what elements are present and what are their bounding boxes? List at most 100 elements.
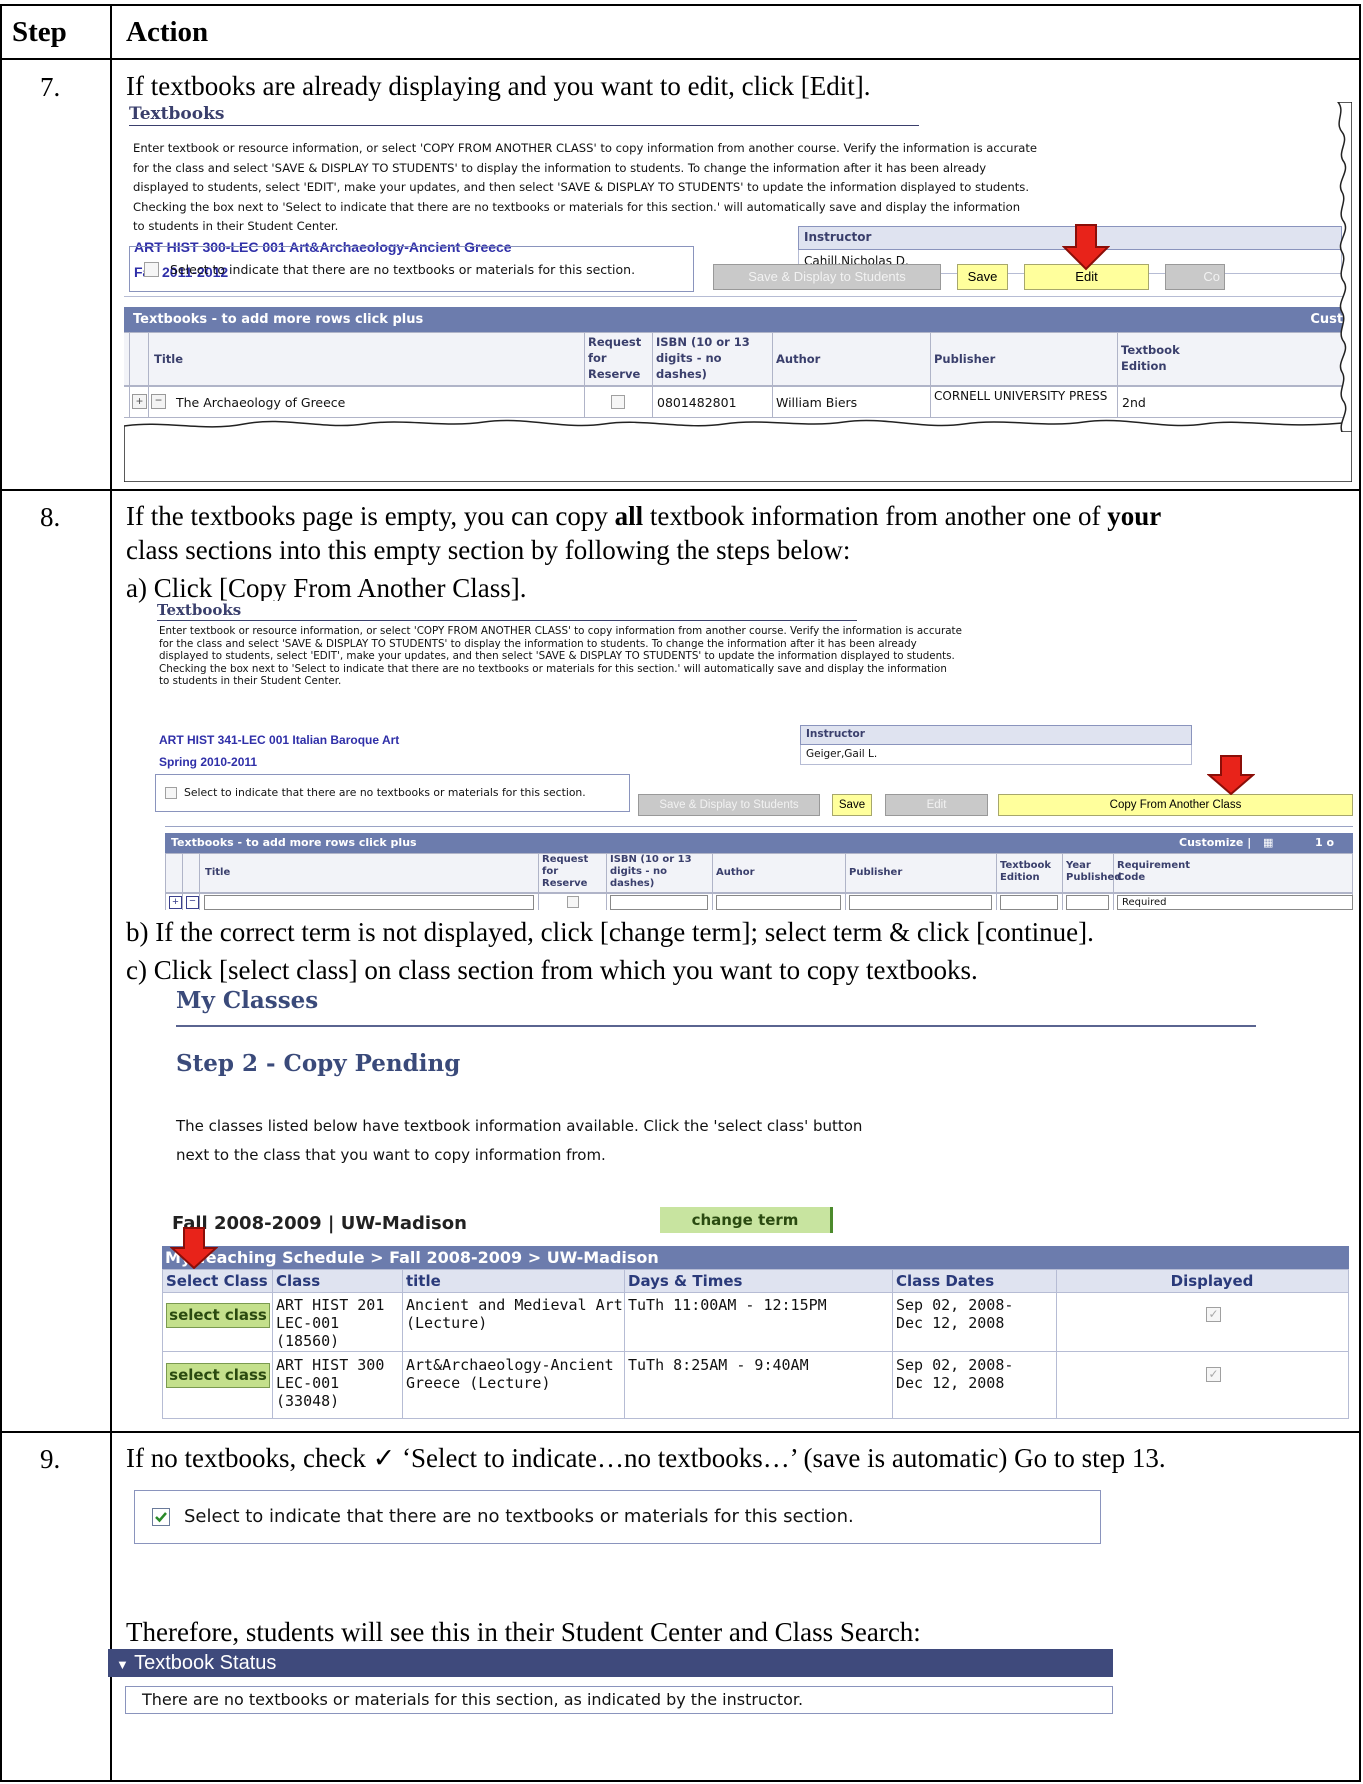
add-row-icon[interactable]: +: [169, 896, 182, 909]
step8-instruction-line2: class sections into this empty section b…: [126, 535, 851, 565]
class-line: LEC-001: [276, 1314, 340, 1332]
no-textbooks-checkbox[interactable]: [165, 787, 177, 799]
change-term-button[interactable]: change term: [660, 1207, 833, 1233]
displayed-check-icon: ✓: [1206, 1367, 1221, 1382]
requirement-select[interactable]: Required: [1117, 895, 1353, 910]
save-button[interactable]: Save: [957, 264, 1008, 290]
step7-instruction: If textbooks are already displaying and …: [126, 71, 871, 101]
checkmark-icon: [155, 1512, 167, 1523]
displayed-check-icon: ✓: [1206, 1307, 1221, 1322]
intro-paragraph: Enter textbook or resource information, …: [133, 139, 1037, 237]
copy-another-class-button[interactable]: Copy From Another Class: [998, 794, 1353, 816]
isbn-input[interactable]: [610, 895, 708, 910]
col-edition: Textbook Edition: [1000, 860, 1052, 883]
grid-title-bar: Textbooks - to add more rows click plus …: [165, 833, 1353, 853]
step-number-9: 9.: [40, 1444, 61, 1474]
intro-line: for the class and select 'SAVE & DISPLAY…: [159, 637, 917, 650]
row-author: William Biers: [776, 395, 858, 410]
col-edition: Textbook Edition: [1121, 343, 1180, 373]
grid-title-bar: Textbooks - to add more rows click plus …: [124, 307, 1352, 332]
text-bold: your: [1107, 501, 1162, 531]
col-line: [652, 332, 653, 418]
table-border-top: [0, 4, 1361, 6]
class-line: ART HIST 201: [276, 1296, 385, 1314]
col-line: [712, 853, 713, 910]
col-author: Author: [716, 867, 755, 878]
copy-another-class-button[interactable]: Co: [1165, 264, 1225, 290]
select-class-button[interactable]: select class: [166, 1363, 270, 1388]
col-class-dates: Class Dates: [896, 1272, 995, 1290]
title-line: Greece (Lecture): [406, 1374, 551, 1392]
red-arrow-icon: [1207, 755, 1255, 795]
col-title: title: [406, 1272, 441, 1290]
checked-checkbox[interactable]: [152, 1508, 170, 1526]
title-input[interactable]: [204, 895, 534, 910]
request-reserve-checkbox[interactable]: [567, 896, 579, 908]
delete-row-icon[interactable]: −: [186, 896, 199, 909]
select-class-button[interactable]: select class: [166, 1303, 270, 1328]
col-publisher: Publisher: [934, 352, 996, 366]
step8-copy-screenshot: Textbooks Enter textbook or resource inf…: [150, 601, 1353, 838]
title-line: (Lecture): [406, 1314, 488, 1332]
grid-view-icon[interactable]: ▦: [1263, 833, 1273, 853]
row2-dates: Sep 02, 2008- Dec 12, 2008: [896, 1356, 1013, 1392]
col-year: Year Published: [1066, 860, 1122, 883]
save-display-button[interactable]: Save & Display to Students: [713, 264, 941, 290]
col-line: [892, 1269, 893, 1419]
no-textbooks-label: Select to indicate that there are no tex…: [184, 786, 586, 799]
row1-title: Ancient and Medieval Art (Lecture): [406, 1296, 623, 1332]
year-input[interactable]: [1066, 895, 1109, 910]
grid-pager: 1 o: [1315, 836, 1335, 849]
row2-title: Art&Archaeology-Ancient Greece (Lecture): [406, 1356, 614, 1392]
class-line: ART HIST 300: [276, 1356, 385, 1374]
breadcrumb: My Teaching Schedule > Fall 2008-2009 > …: [162, 1246, 1349, 1269]
step-number-8: 8.: [40, 502, 61, 532]
col-request: Request for Reserve: [588, 335, 642, 381]
step8-grid-screenshot: Textbooks - to add more rows click plus …: [150, 826, 1353, 910]
class-line: (18560): [276, 1332, 340, 1350]
col-line: [182, 853, 183, 910]
textbook-status-title: Textbook Status: [134, 1652, 277, 1674]
collapse-triangle-icon: ▼: [116, 1657, 129, 1672]
date-line: Sep 02, 2008-: [896, 1356, 1014, 1374]
row-edition: 2nd: [1122, 395, 1146, 410]
col-isbn: ISBN (10 or 13 digits - no dashes): [610, 854, 692, 889]
col-line: [538, 853, 539, 910]
col-line: [606, 853, 607, 910]
row-rule-8: [0, 1431, 1361, 1433]
intro-line: Enter textbook or resource information, …: [133, 141, 1038, 155]
row2-class: ART HIST 300 LEC-001 (33048): [276, 1356, 384, 1410]
publisher-input[interactable]: [849, 895, 992, 910]
author-input[interactable]: [716, 895, 841, 910]
intro-line: displayed to students, select 'EDIT', ma…: [133, 180, 1030, 194]
row1-days: TuTh 11:00AM - 12:15PM: [628, 1296, 827, 1314]
edit-button[interactable]: Edit: [885, 794, 988, 816]
edition-input[interactable]: [1000, 895, 1058, 910]
instructor-label: Instructor: [806, 728, 865, 740]
torn-edge: [124, 419, 1352, 482]
class-line: (33048): [276, 1392, 340, 1410]
textbook-status-header[interactable]: ▼ Textbook Status: [108, 1649, 1113, 1677]
intro-line: displayed to students, select 'EDIT', ma…: [159, 650, 955, 663]
title-line: Ancient and Medieval Art: [406, 1296, 623, 1314]
red-arrow-icon: [170, 1227, 218, 1269]
col-line: [1062, 853, 1063, 910]
step8-myclasses-screenshot: My Classes Step 2 - Copy Pending The cla…: [152, 985, 1352, 1423]
row-isbn: 0801482801: [657, 395, 737, 410]
customize-link[interactable]: Customize |: [1179, 833, 1251, 853]
delete-row-icon[interactable]: −: [151, 394, 166, 409]
col-line: [199, 853, 200, 910]
intro-line: Enter textbook or resource information, …: [159, 625, 962, 637]
save-display-button[interactable]: Save & Display to Students: [638, 794, 820, 816]
grid-title: Textbooks - to add more rows click plus: [133, 312, 424, 327]
add-row-icon[interactable]: +: [132, 394, 147, 409]
save-button[interactable]: Save: [832, 794, 872, 816]
row1-dates: Sep 02, 2008- Dec 12, 2008: [896, 1296, 1013, 1332]
table-border-bottom: [0, 1780, 1361, 1782]
request-reserve-checkbox[interactable]: [611, 395, 625, 409]
col-days-times: Days & Times: [628, 1272, 743, 1290]
step8-instruction-line1: If the textbooks page is empty, you can …: [126, 500, 1161, 533]
title-rule: [157, 620, 857, 621]
no-textbooks-checkbox[interactable]: [144, 262, 159, 277]
text-bold: all: [614, 501, 644, 531]
